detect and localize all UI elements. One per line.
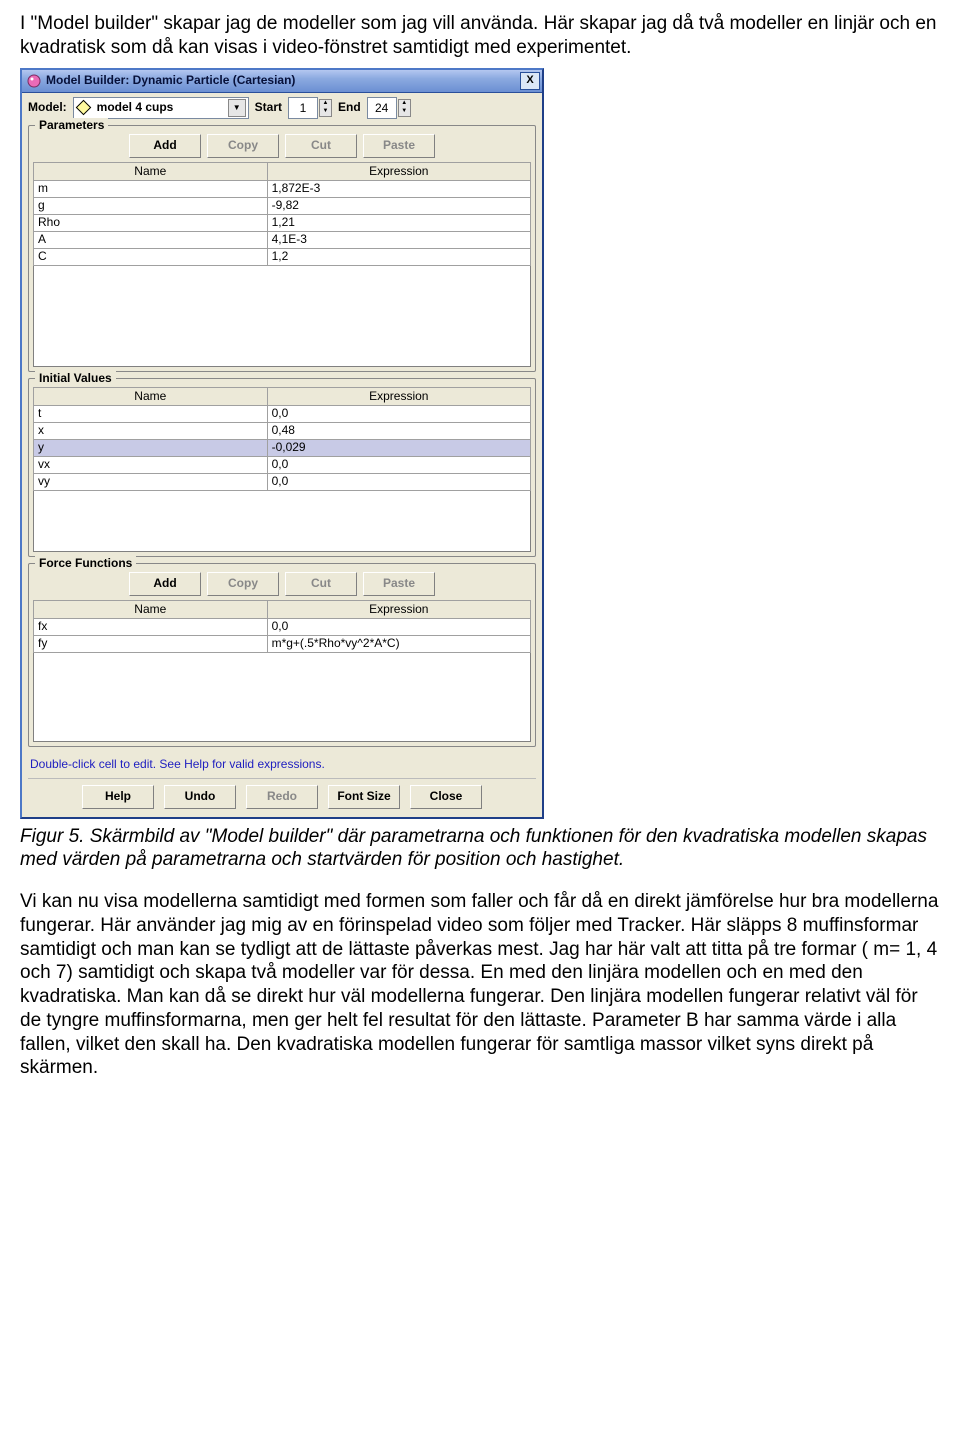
force-table[interactable]: Name Expression fx0,0 fym*g+(.5*Rho*vy^2… — [33, 600, 531, 653]
parameters-group: Parameters Add Copy Cut Paste Name Expre… — [28, 125, 536, 372]
force-functions-group: Force Functions Add Copy Cut Paste Name … — [28, 563, 536, 747]
undo-button[interactable]: Undo — [164, 785, 236, 809]
table-row: y-0,029 — [34, 439, 531, 456]
close-button[interactable]: Close — [410, 785, 482, 809]
col-expr: Expression — [267, 600, 530, 618]
start-input[interactable] — [288, 97, 318, 119]
table-row: m1,872E-3 — [34, 180, 531, 197]
model-label: Model: — [28, 100, 67, 115]
spin-down-icon[interactable]: ▼ — [399, 108, 410, 116]
table-row: C1,2 — [34, 248, 531, 265]
table-row: t0,0 — [34, 405, 531, 422]
end-input[interactable] — [367, 97, 397, 119]
initial-title: Initial Values — [35, 371, 116, 386]
add-button[interactable]: Add — [129, 572, 201, 596]
paste-button[interactable]: Paste — [363, 572, 435, 596]
parameters-title: Parameters — [35, 118, 108, 133]
spin-up-icon[interactable]: ▲ — [399, 100, 410, 108]
add-button[interactable]: Add — [129, 134, 201, 158]
cut-button[interactable]: Cut — [285, 134, 357, 158]
table-row: g-9,82 — [34, 197, 531, 214]
initial-values-group: Initial Values Name Expression t0,0 x0,4… — [28, 378, 536, 557]
blank-area — [33, 491, 531, 552]
start-label: Start — [255, 100, 282, 115]
model-combobox[interactable]: model 4 cups ▼ — [73, 97, 249, 119]
col-name: Name — [34, 600, 268, 618]
table-row: fym*g+(.5*Rho*vy^2*A*C) — [34, 635, 531, 652]
close-icon[interactable]: X — [520, 72, 540, 90]
col-expr: Expression — [267, 387, 530, 405]
blank-area — [33, 653, 531, 742]
model-builder-window: Model Builder: Dynamic Particle (Cartesi… — [20, 68, 544, 819]
initial-table[interactable]: Name Expression t0,0 x0,48 y-0,029 vx0,0… — [33, 387, 531, 491]
table-row: x0,48 — [34, 422, 531, 439]
col-name: Name — [34, 162, 268, 180]
parameters-table[interactable]: Name Expression m1,872E-3 g-9,82 Rho1,21… — [33, 162, 531, 266]
copy-button[interactable]: Copy — [207, 134, 279, 158]
diamond-icon — [75, 100, 91, 116]
table-row: vx0,0 — [34, 456, 531, 473]
model-row: Model: model 4 cups ▼ Start ▲▼ End ▲▼ — [28, 97, 536, 119]
app-icon — [26, 73, 42, 89]
fontsize-button[interactable]: Font Size — [328, 785, 400, 809]
end-spinner[interactable]: ▲▼ — [367, 97, 411, 119]
blank-area — [33, 266, 531, 367]
cut-button[interactable]: Cut — [285, 572, 357, 596]
body-paragraph: Vi kan nu visa modellerna samtidigt med … — [20, 890, 940, 1080]
chevron-down-icon: ▼ — [228, 99, 246, 117]
spin-up-icon[interactable]: ▲ — [320, 100, 331, 108]
table-row: Rho1,21 — [34, 214, 531, 231]
redo-button[interactable]: Redo — [246, 785, 318, 809]
intro-paragraph: I "Model builder" skapar jag de modeller… — [20, 12, 940, 60]
figure-caption: Figur 5. Skärmbild av "Model builder" dä… — [20, 825, 940, 873]
window-title: Model Builder: Dynamic Particle (Cartesi… — [46, 73, 520, 88]
table-row: A4,1E-3 — [34, 231, 531, 248]
col-expr: Expression — [267, 162, 530, 180]
table-row: fx0,0 — [34, 618, 531, 635]
force-title: Force Functions — [35, 556, 136, 571]
model-value: model 4 cups — [97, 100, 228, 115]
end-label: End — [338, 100, 361, 115]
help-button[interactable]: Help — [82, 785, 154, 809]
start-spinner[interactable]: ▲▼ — [288, 97, 332, 119]
titlebar: Model Builder: Dynamic Particle (Cartesi… — [22, 70, 542, 93]
bottom-buttons: Help Undo Redo Font Size Close — [28, 778, 536, 811]
copy-button[interactable]: Copy — [207, 572, 279, 596]
hint-text: Double-click cell to edit. See Help for … — [28, 753, 536, 778]
table-row: vy0,0 — [34, 473, 531, 490]
col-name: Name — [34, 387, 268, 405]
spin-down-icon[interactable]: ▼ — [320, 108, 331, 116]
paste-button[interactable]: Paste — [363, 134, 435, 158]
